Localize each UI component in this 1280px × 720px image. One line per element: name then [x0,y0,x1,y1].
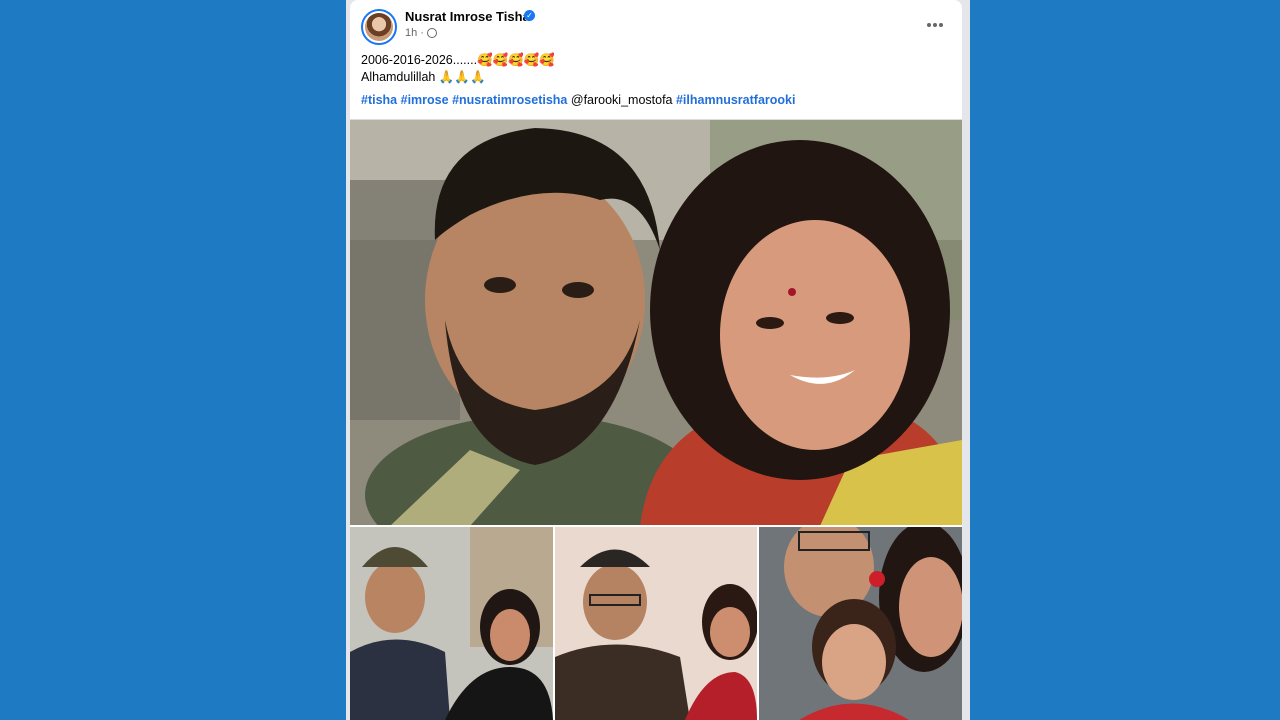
post-header: Nusrat Imrose Tisha ✓ 1h · [350,0,962,56]
post-hashtags: #tisha #imrose #nusratimrosetisha @faroo… [361,92,951,109]
post-timestamp[interactable]: 1h [405,27,417,39]
hashtag-link[interactable]: #nusratimrosetisha [452,93,567,107]
main-photo[interactable] [350,119,962,525]
mention-text: @farooki_mostofa [570,93,673,107]
gallery-photo[interactable] [350,527,553,720]
main-photo-illustration [350,120,962,525]
caption-line-2: Alhamdulillah 🙏🙏🙏 [361,70,486,84]
avatar-image [365,13,393,41]
more-dot-icon [933,23,937,27]
avatar[interactable] [361,9,397,45]
hashtag-link[interactable]: #ilhamnusratfarooki [676,93,795,107]
post-card: Nusrat Imrose Tisha ✓ 1h · 2006-2016-202… [350,0,962,720]
globe-icon [426,28,437,38]
gallery-photo-illustration [555,527,757,720]
gallery-photo[interactable] [555,527,757,720]
post-meta: 1h · [405,27,437,39]
post-caption: 2006-2016-2026.......🥰🥰🥰🥰🥰 Alhamdulillah… [361,52,951,86]
meta-separator: · [420,27,424,39]
more-dot-icon [927,23,931,27]
more-dot-icon [939,23,943,27]
caption-line-1: 2006-2016-2026.......🥰🥰🥰🥰🥰 [361,53,555,67]
more-options-button[interactable] [920,12,950,38]
author-name[interactable]: Nusrat Imrose Tisha [405,9,530,24]
hashtag-link[interactable]: #imrose [401,93,449,107]
gallery-photo-illustration [759,527,962,720]
hashtag-link[interactable]: #tisha [361,93,397,107]
gallery-photo[interactable] [759,527,962,720]
gallery-photo-illustration [350,527,553,720]
verified-badge-icon: ✓ [524,10,535,21]
